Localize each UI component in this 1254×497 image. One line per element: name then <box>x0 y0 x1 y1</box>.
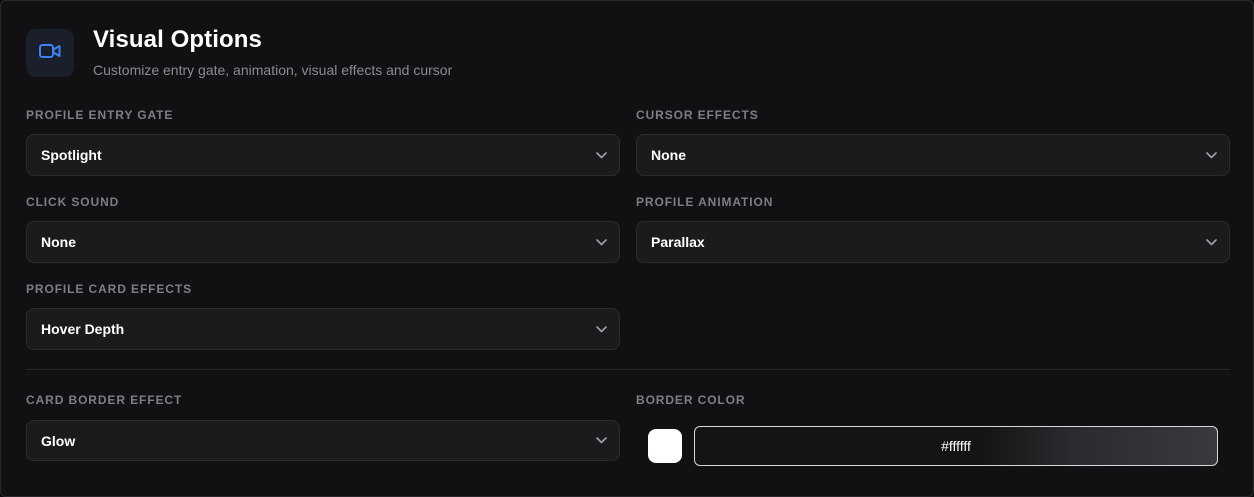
profile-card-effects-value: Hover Depth <box>41 321 125 337</box>
page-subtitle: Customize entry gate, animation, visual … <box>93 62 453 78</box>
profile-animation-label: PROFILE ANIMATION <box>636 195 774 209</box>
card-border-effect-value: Glow <box>41 432 76 449</box>
header-icon-tile <box>26 29 74 77</box>
cursor-effects-select[interactable]: None <box>636 134 1230 176</box>
chevron-down-icon <box>595 149 607 161</box>
profile-entry-gate-label: PROFILE ENTRY GATE <box>26 108 174 122</box>
card-border-effect-select[interactable]: Glow <box>26 420 620 461</box>
chevron-down-icon <box>595 435 607 447</box>
section-divider <box>26 369 1230 370</box>
profile-entry-gate-select[interactable]: Spotlight <box>26 134 620 176</box>
profile-card-effects-label: PROFILE CARD EFFECTS <box>26 282 193 296</box>
border-color-input[interactable]: #ffffff <box>694 426 1218 466</box>
profile-animation-value: Parallax <box>651 234 705 250</box>
card-border-effect-label: CARD BORDER EFFECT <box>26 393 183 407</box>
chevron-down-icon <box>1205 149 1217 161</box>
page-title: Visual Options <box>93 26 262 53</box>
chevron-down-icon <box>595 236 607 248</box>
profile-card-effects-select[interactable]: Hover Depth <box>26 308 620 350</box>
border-color-value: #ffffff <box>941 438 971 454</box>
border-color-swatch[interactable] <box>648 429 682 463</box>
click-sound-label: CLICK SOUND <box>26 195 120 209</box>
profile-entry-gate-value: Spotlight <box>41 147 102 163</box>
chevron-down-icon <box>1205 236 1217 248</box>
video-camera-icon <box>39 43 61 64</box>
profile-animation-select[interactable]: Parallax <box>636 221 1230 263</box>
visual-options-panel: Visual Options Customize entry gate, ani… <box>0 0 1254 497</box>
chevron-down-icon <box>595 323 607 335</box>
border-color-label: BORDER COLOR <box>636 393 746 407</box>
click-sound-select[interactable]: None <box>26 221 620 263</box>
cursor-effects-value: None <box>651 147 686 163</box>
cursor-effects-label: CURSOR EFFECTS <box>636 108 759 122</box>
click-sound-value: None <box>41 234 76 250</box>
